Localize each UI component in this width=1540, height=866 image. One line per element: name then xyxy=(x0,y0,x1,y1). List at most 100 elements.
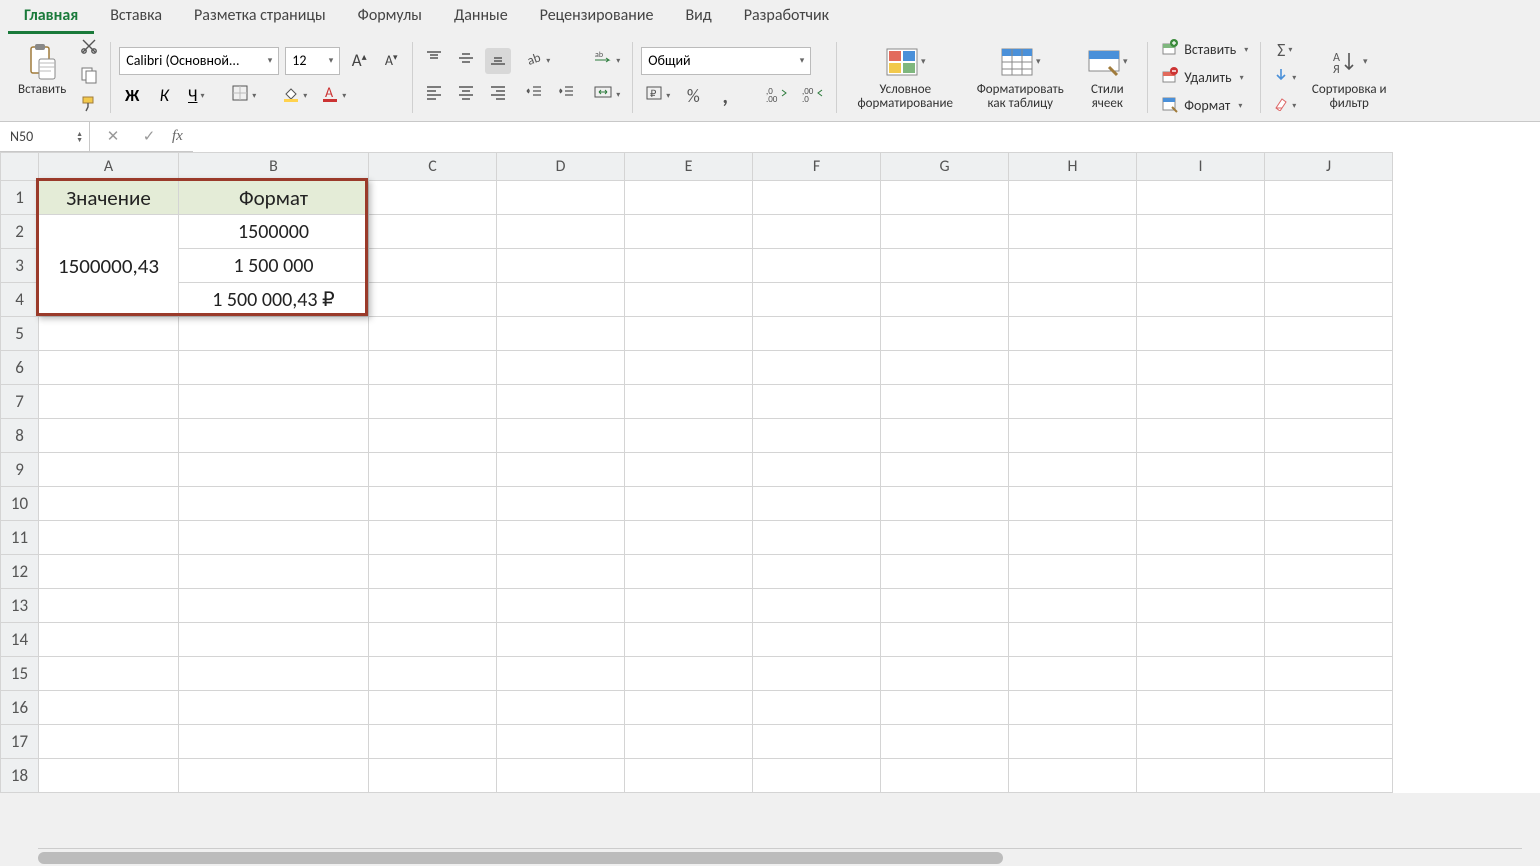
cell-I16[interactable] xyxy=(1137,691,1265,725)
align-top-button[interactable] xyxy=(421,48,447,74)
column-header[interactable]: G xyxy=(881,153,1009,181)
cell-F14[interactable] xyxy=(753,623,881,657)
cell-D14[interactable] xyxy=(497,623,625,657)
row-header[interactable]: 3 xyxy=(1,249,39,283)
cell-H11[interactable] xyxy=(1009,521,1137,555)
cell-G2[interactable] xyxy=(881,215,1009,249)
cell-F3[interactable] xyxy=(753,249,881,283)
cell-J2[interactable] xyxy=(1265,215,1393,249)
tab-data[interactable]: Данные xyxy=(438,0,524,34)
cell-C12[interactable] xyxy=(369,555,497,589)
column-header[interactable]: E xyxy=(625,153,753,181)
tab-developer[interactable]: Разработчик xyxy=(728,0,845,34)
cell-B17[interactable] xyxy=(179,725,369,759)
cell-D13[interactable] xyxy=(497,589,625,623)
select-all-corner[interactable] xyxy=(1,153,39,181)
cell-D2[interactable] xyxy=(497,215,625,249)
cell-G10[interactable] xyxy=(881,487,1009,521)
cell-E2[interactable] xyxy=(625,215,753,249)
cell-I14[interactable] xyxy=(1137,623,1265,657)
cell-G11[interactable] xyxy=(881,521,1009,555)
row-header[interactable]: 1 xyxy=(1,181,39,215)
cell-J7[interactable] xyxy=(1265,385,1393,419)
cell-A2[interactable]: 1500000,43 xyxy=(39,215,179,317)
align-right-button[interactable] xyxy=(485,82,511,108)
horizontal-scrollbar[interactable] xyxy=(38,848,1522,866)
cell-D4[interactable] xyxy=(497,283,625,317)
cell-G3[interactable] xyxy=(881,249,1009,283)
cell-G5[interactable] xyxy=(881,317,1009,351)
cell-A14[interactable] xyxy=(39,623,179,657)
cell-B15[interactable] xyxy=(179,657,369,691)
cell-C6[interactable] xyxy=(369,351,497,385)
cancel-formula-button[interactable]: ✕ xyxy=(100,124,126,150)
cell-C17[interactable] xyxy=(369,725,497,759)
cell-I6[interactable] xyxy=(1137,351,1265,385)
increase-font-button[interactable]: A▴ xyxy=(346,48,372,74)
cell-D6[interactable] xyxy=(497,351,625,385)
cell-J13[interactable] xyxy=(1265,589,1393,623)
cell-I11[interactable] xyxy=(1137,521,1265,555)
cell-C1[interactable] xyxy=(369,181,497,215)
cell-F2[interactable] xyxy=(753,215,881,249)
cell-E13[interactable] xyxy=(625,589,753,623)
cell-E5[interactable] xyxy=(625,317,753,351)
cell-E10[interactable] xyxy=(625,487,753,521)
cell-B10[interactable] xyxy=(179,487,369,521)
cell-B5[interactable] xyxy=(179,317,369,351)
row-header[interactable]: 2 xyxy=(1,215,39,249)
cell-F17[interactable] xyxy=(753,725,881,759)
cell-D16[interactable] xyxy=(497,691,625,725)
row-header[interactable]: 14 xyxy=(1,623,39,657)
cell-C2[interactable] xyxy=(369,215,497,249)
cell-I5[interactable] xyxy=(1137,317,1265,351)
column-header[interactable]: F xyxy=(753,153,881,181)
tab-page-layout[interactable]: Разметка страницы xyxy=(178,0,342,34)
fx-icon[interactable]: fx xyxy=(172,128,183,145)
align-middle-button[interactable] xyxy=(453,48,479,74)
row-header[interactable]: 9 xyxy=(1,453,39,487)
cell-C16[interactable] xyxy=(369,691,497,725)
cell-D3[interactable] xyxy=(497,249,625,283)
cell-J12[interactable] xyxy=(1265,555,1393,589)
cell-G6[interactable] xyxy=(881,351,1009,385)
row-header[interactable]: 13 xyxy=(1,589,39,623)
column-header[interactable]: C xyxy=(369,153,497,181)
cell-C14[interactable] xyxy=(369,623,497,657)
cell-J14[interactable] xyxy=(1265,623,1393,657)
cell-H9[interactable] xyxy=(1009,453,1137,487)
cell-J6[interactable] xyxy=(1265,351,1393,385)
cell-A12[interactable] xyxy=(39,555,179,589)
cell-C7[interactable] xyxy=(369,385,497,419)
cell-G18[interactable] xyxy=(881,759,1009,793)
accounting-format-button[interactable]: ₽ xyxy=(641,83,674,109)
cell-C9[interactable] xyxy=(369,453,497,487)
wrap-text-button[interactable]: ab xyxy=(589,48,624,74)
insert-cells-button[interactable]: Вставить xyxy=(1156,37,1252,63)
cell-B8[interactable] xyxy=(179,419,369,453)
cell-A15[interactable] xyxy=(39,657,179,691)
cell-I4[interactable] xyxy=(1137,283,1265,317)
cell-D8[interactable] xyxy=(497,419,625,453)
cell-I10[interactable] xyxy=(1137,487,1265,521)
cell-B3[interactable]: 1 500 000 xyxy=(179,249,369,283)
row-header[interactable]: 15 xyxy=(1,657,39,691)
borders-button[interactable] xyxy=(227,83,260,109)
cell-H6[interactable] xyxy=(1009,351,1137,385)
cell-G7[interactable] xyxy=(881,385,1009,419)
format-painter-button[interactable] xyxy=(76,94,102,120)
scrollbar-thumb[interactable] xyxy=(38,852,1003,864)
cell-G9[interactable] xyxy=(881,453,1009,487)
cell-A10[interactable] xyxy=(39,487,179,521)
cell-D15[interactable] xyxy=(497,657,625,691)
cell-H2[interactable] xyxy=(1009,215,1137,249)
cell-D11[interactable] xyxy=(497,521,625,555)
cell-J18[interactable] xyxy=(1265,759,1393,793)
cell-F11[interactable] xyxy=(753,521,881,555)
cell-G16[interactable] xyxy=(881,691,1009,725)
underline-button[interactable]: Ч xyxy=(183,83,209,109)
cell-B6[interactable] xyxy=(179,351,369,385)
cell-J16[interactable] xyxy=(1265,691,1393,725)
cell-A6[interactable] xyxy=(39,351,179,385)
cell-I7[interactable] xyxy=(1137,385,1265,419)
